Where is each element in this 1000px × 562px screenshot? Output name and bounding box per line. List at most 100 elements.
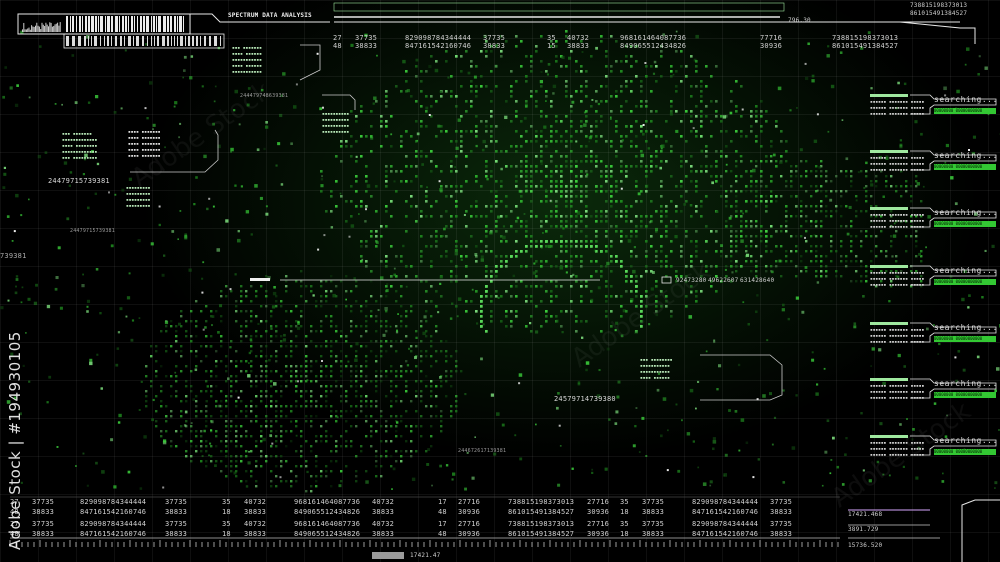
waveform-bar <box>28 27 30 32</box>
barcode-bar <box>153 16 155 32</box>
bottom-table-cell: 18 <box>222 530 231 538</box>
faint-id-3: 244672617139381 <box>458 448 507 454</box>
bottom-table-cell: 738815198373013 <box>508 498 575 506</box>
barcode-bar <box>95 16 97 32</box>
bottom-table-cell: 18 <box>222 508 231 516</box>
top-right-number-2: 861015491384527 <box>910 10 968 17</box>
barcode-bar <box>133 36 134 46</box>
barcode-bar <box>100 16 103 32</box>
waveform-bar <box>33 26 35 32</box>
waveform-bar <box>51 26 53 32</box>
top-table-cell: 849065512434826 <box>620 42 687 50</box>
top-table-cell: 35 <box>547 34 556 42</box>
barcode-bar <box>140 16 142 32</box>
bottom-table-cell: 37735 <box>642 498 665 506</box>
bottom-right-value-3: 15736.520 <box>848 542 883 549</box>
barcode-bar <box>134 16 135 32</box>
barcode-bar <box>177 36 178 46</box>
search-module-label: searching... <box>934 323 998 332</box>
search-module-progress-bar: 00000000 00000000000 <box>934 279 996 285</box>
barcode-bar <box>111 36 112 46</box>
barcode-bar <box>185 36 186 46</box>
barcode-bar <box>171 36 172 46</box>
top-table-cell: 738815198373013 <box>832 34 899 42</box>
bottom-table-cell: 37735 <box>165 520 188 528</box>
barcode-bar <box>154 36 155 46</box>
bottom-right-value-2: 3891.729 <box>848 526 879 533</box>
bottom-table-cell: 37735 <box>165 498 188 506</box>
barcode-bar <box>94 36 97 46</box>
barcode-bar <box>196 36 198 46</box>
bottom-table-cell: 35 <box>222 498 231 506</box>
bottom-table-cell: 30936 <box>587 530 610 538</box>
bottom-table-cell: 829098784344444 <box>80 520 147 528</box>
waveform-bar <box>48 26 49 32</box>
barcode-bar <box>82 16 83 32</box>
barcode-bar <box>85 16 87 32</box>
waveform-bar <box>36 22 38 32</box>
bottom-table-cell: 968161464087736 <box>294 520 361 528</box>
waveform-bar <box>50 22 52 32</box>
left-edge-id: 739381 <box>0 252 27 260</box>
stock-watermark: Adobe Stock | #194930105 <box>6 331 24 550</box>
waveform-bar <box>38 26 40 32</box>
bottom-table-cell: 829098784344444 <box>80 498 147 506</box>
waveform-bar <box>44 26 46 32</box>
barcode-bar <box>128 36 131 46</box>
search-module-progress-bar: 00000000 00000000000 <box>934 221 996 227</box>
bottom-table-cell: 38833 <box>32 508 55 516</box>
barcode-bar <box>125 16 127 32</box>
bottom-table-cell: 38833 <box>244 508 267 516</box>
waveform-bar <box>40 29 42 32</box>
bottom-table-cell: 847161542160746 <box>80 508 147 516</box>
waveform-bar <box>45 22 47 32</box>
top-code-stack: ▪▪▪ ▪▪▪▪▪▪▪ ▪▪▪▪ ▪▪▪▪▪▪ ▪▪▪▪▪▪▪▪▪▪▪ ▪▪▪▪… <box>232 46 262 75</box>
waveform-bar <box>49 22 51 32</box>
bottom-table-cell: 38833 <box>372 508 395 516</box>
search-module-header-bar <box>870 94 908 97</box>
bottom-table-cell: 829098784344444 <box>692 498 759 506</box>
barcode-bar <box>76 16 77 32</box>
search-module-label: searching... <box>934 379 998 388</box>
barcode-bar <box>128 16 129 32</box>
waveform-bar <box>58 25 60 32</box>
search-module-code: ▪▪▪▪▪▪ ▪▪▪▪▪▪▪ ▪▪▪▪▪ ▪▪▪▪▪▪ ▪▪▪▪▪▪▪ ▪▪▪▪… <box>870 384 925 401</box>
bottom-table-cell: 37735 <box>770 498 793 506</box>
bottom-table-cell: 37735 <box>32 520 55 528</box>
waveform-bar <box>53 26 55 32</box>
barcode-bar <box>91 36 92 46</box>
barcode-bar <box>167 36 169 46</box>
bottom-right-value-1: 17421.468 <box>848 511 883 518</box>
search-module-header-bar <box>870 150 908 153</box>
waveform-bar <box>59 22 61 32</box>
bottom-table-cell: 38833 <box>165 508 188 516</box>
barcode-bar <box>66 16 68 32</box>
barcode-bar <box>204 36 206 46</box>
bottom-table-cell: 17 <box>438 498 447 506</box>
barcode-bar <box>146 16 149 32</box>
barcode-bar <box>174 16 176 32</box>
bottom-table-cell: 48 <box>438 508 447 516</box>
barcode-bar <box>88 36 89 46</box>
barcode-bar <box>120 36 122 46</box>
barcode-bar <box>72 16 74 32</box>
bottom-table-cell: 849065512434826 <box>294 508 361 516</box>
barcode-bar <box>137 16 138 32</box>
barcode-bar <box>122 16 124 32</box>
bottom-table-cell: 38833 <box>642 530 665 538</box>
search-module-header-bar <box>870 378 908 381</box>
barcode-bar <box>220 36 221 46</box>
waveform-bar <box>27 28 29 32</box>
search-module-code: ▪▪▪▪▪▪ ▪▪▪▪▪▪▪ ▪▪▪▪▪ ▪▪▪▪▪▪ ▪▪▪▪▪▪▪ ▪▪▪▪… <box>870 271 925 288</box>
search-module-label: searching... <box>934 151 998 160</box>
barcode-bar <box>162 36 165 46</box>
bottom-table-cell: 48 <box>438 530 447 538</box>
search-module-code: ▪▪▪▪▪▪ ▪▪▪▪▪▪▪ ▪▪▪▪▪ ▪▪▪▪▪▪ ▪▪▪▪▪▪▪ ▪▪▪▪… <box>870 213 925 230</box>
barcode-bar <box>177 16 178 32</box>
bottom-table-cell: 829098784344444 <box>692 520 759 528</box>
barcode-bar <box>91 16 94 32</box>
barcode-bar <box>115 36 117 46</box>
search-module-code: ▪▪▪▪▪▪ ▪▪▪▪▪▪▪ ▪▪▪▪▪ ▪▪▪▪▪▪ ▪▪▪▪▪▪▪ ▪▪▪▪… <box>870 156 925 173</box>
barcode-bar <box>98 16 99 32</box>
bottom-table-cell: 27716 <box>458 498 481 506</box>
